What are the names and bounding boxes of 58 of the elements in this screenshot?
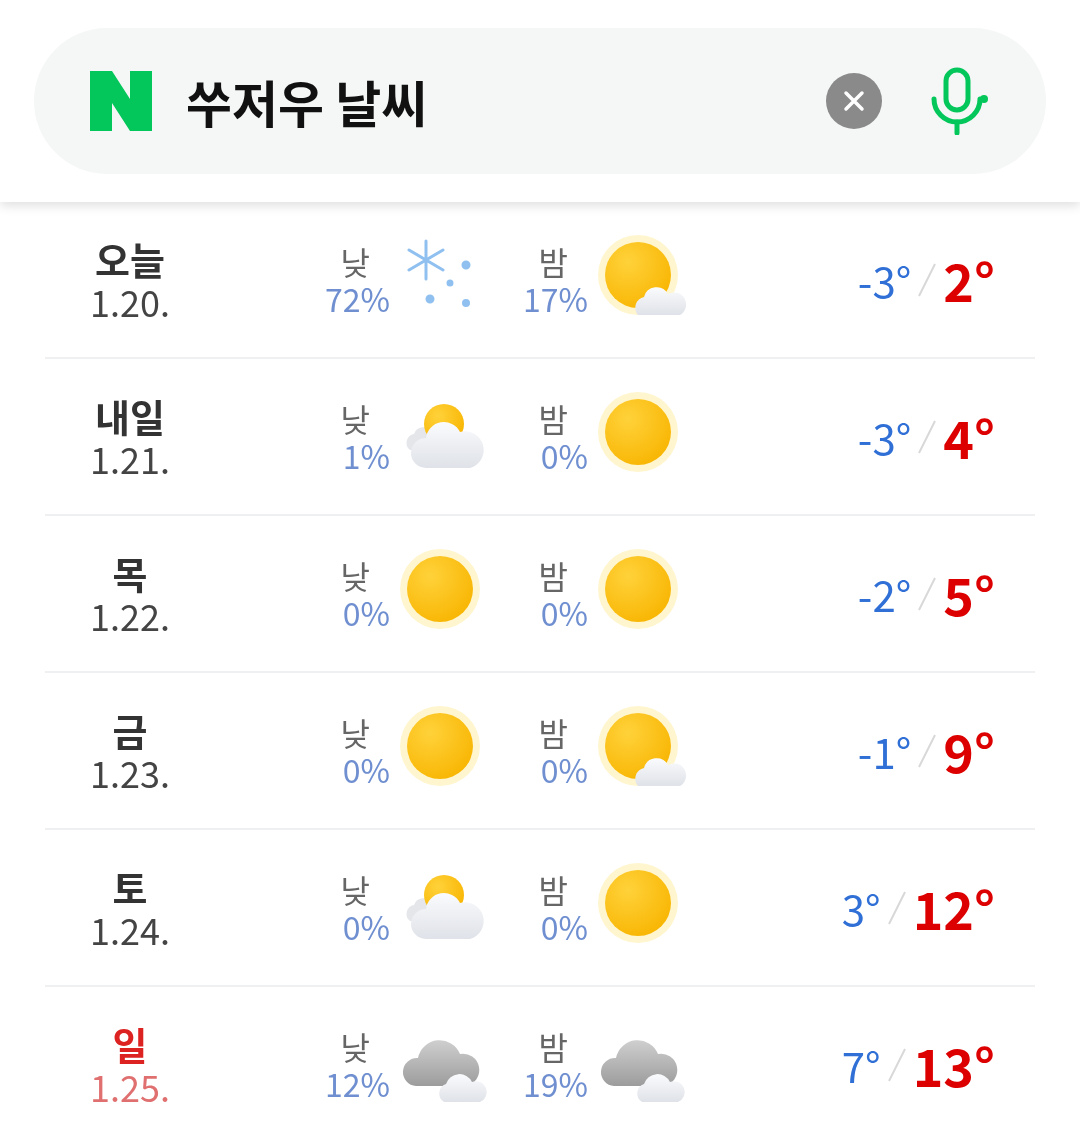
- period-label: 낮: [340, 556, 370, 594]
- day-date: 1.24.: [90, 908, 170, 951]
- search-query: 쑤저우 날씨: [186, 65, 429, 137]
- day-date: 1.22.: [90, 594, 170, 637]
- day-date: 1.20.: [90, 280, 170, 323]
- high-temperature: 4°: [943, 399, 995, 474]
- precipitation-chance: 1%: [342, 436, 390, 474]
- day-date: 1.25.: [90, 1065, 170, 1108]
- logo-icon: [90, 71, 152, 131]
- precipitation-chance: 0%: [540, 436, 588, 474]
- slash-icon: [917, 575, 938, 612]
- slash-icon: [886, 889, 907, 926]
- high-temperature: 12°: [912, 870, 995, 945]
- day-name: 금: [112, 707, 148, 752]
- precipitation-chance: 12%: [325, 1064, 390, 1102]
- slash-icon: [886, 1046, 907, 1083]
- day-name: 토: [112, 864, 148, 909]
- search-field[interactable]: 쑤저우 날씨: [34, 28, 1046, 174]
- high-temperature: 2°: [943, 242, 995, 317]
- period-label: 낮: [340, 870, 370, 908]
- slash-icon: [917, 732, 938, 769]
- low-temperature: -2°: [857, 563, 912, 624]
- precipitation-chance: 72%: [325, 279, 390, 317]
- day-name: 오늘: [95, 236, 165, 281]
- slash-icon: [917, 261, 938, 298]
- precipitation-chance: 17%: [523, 279, 588, 317]
- high-temperature: 5°: [943, 556, 995, 631]
- period-label: 낮: [340, 399, 370, 437]
- low-temperature: 7°: [841, 1034, 881, 1095]
- period-label: 밤: [538, 242, 568, 280]
- period-label: 밤: [538, 870, 568, 908]
- low-temperature: -3°: [857, 406, 912, 467]
- precipitation-chance: 0%: [540, 750, 588, 788]
- period-label: 밤: [538, 713, 568, 751]
- period-label: 낮: [340, 713, 370, 751]
- precipitation-chance: 0%: [342, 593, 390, 631]
- precipitation-chance: 0%: [540, 907, 588, 945]
- day-date: 1.21.: [90, 437, 170, 480]
- day-date: 1.23.: [90, 751, 170, 794]
- precipitation-chance: 0%: [342, 750, 390, 788]
- high-temperature: 13°: [912, 1027, 995, 1102]
- period-label: 밤: [538, 399, 568, 437]
- low-temperature: -3°: [857, 249, 912, 310]
- day-name: 목: [112, 550, 148, 595]
- high-temperature: 9°: [943, 713, 995, 788]
- slash-icon: [917, 418, 938, 455]
- precipitation-chance: 0%: [540, 593, 588, 631]
- period-label: 밤: [538, 1027, 568, 1065]
- close-icon[interactable]: [826, 73, 882, 129]
- period-label: 낮: [340, 242, 370, 280]
- day-name: 일: [112, 1021, 148, 1066]
- precipitation-chance: 19%: [523, 1064, 588, 1102]
- precipitation-chance: 0%: [342, 907, 390, 945]
- low-temperature: 3°: [841, 877, 881, 938]
- low-temperature: -1°: [857, 720, 912, 781]
- period-label: 밤: [538, 556, 568, 594]
- day-name: 내일: [95, 393, 165, 438]
- period-label: 낮: [340, 1027, 370, 1065]
